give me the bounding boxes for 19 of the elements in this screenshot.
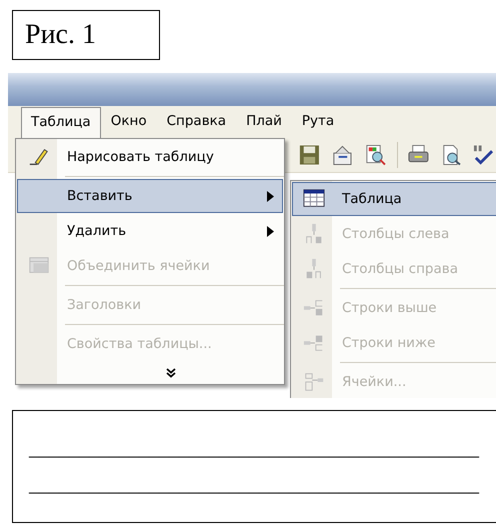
fill-in-line: _____________________________________________ [29, 436, 480, 462]
pencil-icon [28, 146, 50, 168]
save-icon[interactable] [298, 143, 321, 167]
menu-bar-item[interactable]: Рута [292, 106, 344, 138]
table-icon [302, 188, 324, 210]
menu-bar-item[interactable]: Таблица [21, 107, 101, 138]
menu-bar-item[interactable]: Плай [236, 106, 292, 138]
menu-item[interactable]: Таблица [292, 182, 496, 216]
figure-caption: Рис. 1 [12, 10, 160, 60]
search-icon[interactable] [364, 143, 387, 167]
mail-icon[interactable] [330, 143, 354, 167]
menu-item[interactable]: Вставить [17, 179, 283, 213]
spelling-icon[interactable] [473, 143, 496, 167]
menu-bar-item[interactable]: Окно [100, 106, 157, 138]
menu-item[interactable]: Удалить [17, 214, 283, 248]
menu-bar-item[interactable]: Справка [156, 106, 236, 138]
expand-chevron-icon[interactable] [166, 368, 176, 378]
fill-in-line: _____________________________________________ [29, 472, 480, 498]
insert-cells-icon [302, 371, 324, 393]
